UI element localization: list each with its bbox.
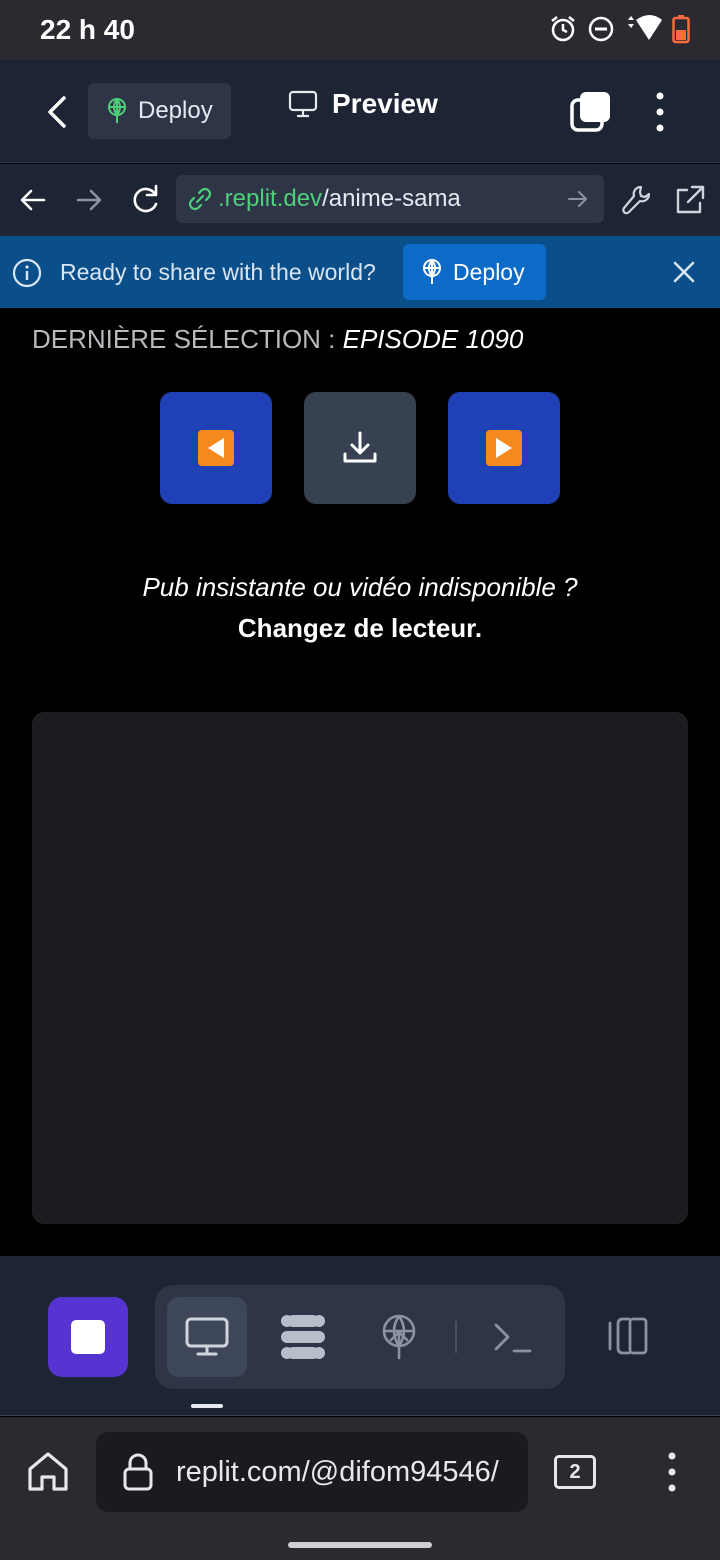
webview-forward-button[interactable] bbox=[74, 182, 104, 218]
open-new-tab-button[interactable] bbox=[672, 182, 706, 218]
toolbar-indicator bbox=[191, 1404, 223, 1408]
home-icon[interactable] bbox=[24, 1449, 72, 1495]
player-hint-question: Pub insistante ou vidéo indisponible ? bbox=[142, 572, 578, 602]
packages-icon bbox=[281, 1315, 325, 1359]
browser-bar: replit.com/@difom94546/ 2 bbox=[0, 1417, 720, 1560]
tool-webview[interactable] bbox=[167, 1297, 247, 1377]
player-hint-action: Changez de lecteur. bbox=[237, 613, 483, 643]
play-icon bbox=[486, 430, 522, 466]
deploy-icon bbox=[423, 259, 441, 284]
webview-icon bbox=[185, 1317, 229, 1356]
tool-packages[interactable] bbox=[263, 1297, 343, 1377]
back-button[interactable] bbox=[40, 90, 76, 134]
lock-icon bbox=[123, 1453, 153, 1491]
deploy-tab[interactable]: Deploy bbox=[88, 83, 231, 139]
webview-url-field[interactable]: .replit.dev/anime-sama bbox=[176, 175, 604, 223]
previous-episode-button[interactable] bbox=[160, 392, 272, 504]
battery-icon bbox=[672, 15, 690, 44]
tabs-icon bbox=[570, 92, 610, 132]
header-menu-button[interactable] bbox=[646, 90, 674, 134]
banner-message: Ready to share with the world? bbox=[60, 259, 376, 285]
last-selection: DERNIÈRE SÉLECTION : EPISODE 1090 bbox=[32, 324, 523, 355]
preview-label: Preview bbox=[332, 88, 438, 119]
stop-button[interactable] bbox=[48, 1297, 128, 1377]
status-clock: 22 h 40 bbox=[40, 14, 135, 45]
next-episode-button[interactable] bbox=[448, 392, 560, 504]
tool-shell[interactable] bbox=[473, 1297, 553, 1377]
dnd-icon bbox=[588, 16, 614, 42]
share-banner: Ready to share with the world? Deploy bbox=[0, 236, 720, 308]
gesture-bar bbox=[288, 1542, 432, 1548]
reverse-play-icon bbox=[198, 430, 234, 466]
url-domain: .replit.dev bbox=[218, 185, 323, 212]
status-icons bbox=[548, 14, 690, 44]
arrow-go-icon[interactable] bbox=[566, 187, 590, 211]
last-selection-label: DERNIÈRE SÉLECTION : bbox=[32, 324, 343, 354]
stop-icon bbox=[71, 1320, 105, 1354]
back-chevron-icon bbox=[48, 96, 66, 128]
link-icon bbox=[188, 187, 212, 211]
download-button[interactable] bbox=[304, 392, 416, 504]
browser-address-bar[interactable]: replit.com/@difom94546/ bbox=[96, 1432, 528, 1512]
wrench-icon bbox=[622, 185, 651, 215]
tabs-button[interactable] bbox=[568, 90, 612, 134]
more-vertical-icon bbox=[656, 92, 664, 132]
tool-deployments[interactable] bbox=[359, 1297, 439, 1377]
browser-url: replit.com/@difom94546/ bbox=[176, 1455, 499, 1488]
status-bar: 22 h 40 bbox=[0, 0, 720, 60]
preview-tab[interactable]: Preview bbox=[288, 88, 438, 120]
close-icon[interactable] bbox=[670, 258, 698, 286]
info-icon bbox=[12, 258, 42, 288]
tab-switcher-button[interactable]: 2 bbox=[554, 1455, 596, 1489]
devtools-button[interactable] bbox=[620, 182, 654, 218]
shell-icon bbox=[494, 1323, 532, 1353]
webview-url-row: .replit.dev/anime-sama bbox=[0, 164, 720, 236]
tool-divider bbox=[455, 1321, 457, 1353]
deploy-icon bbox=[108, 98, 126, 123]
monitor-icon bbox=[288, 90, 318, 118]
arrow-right-icon bbox=[76, 189, 102, 211]
replit-toolbar bbox=[0, 1256, 720, 1416]
layout-icon[interactable] bbox=[600, 1313, 656, 1359]
replit-header: Deploy Preview bbox=[0, 60, 720, 163]
download-icon bbox=[343, 431, 377, 463]
last-selection-episode: EPISODE 1090 bbox=[342, 324, 524, 354]
deployments-icon bbox=[382, 1314, 416, 1360]
banner-deploy-button[interactable]: Deploy bbox=[403, 244, 546, 300]
webview-back-button[interactable] bbox=[18, 182, 48, 218]
wifi-icon bbox=[628, 15, 662, 40]
external-link-icon bbox=[676, 185, 705, 214]
reload-icon bbox=[133, 184, 158, 213]
alarm-icon bbox=[551, 16, 575, 42]
banner-deploy-label: Deploy bbox=[453, 258, 525, 285]
video-player[interactable] bbox=[32, 712, 688, 1224]
deploy-tab-label: Deploy bbox=[138, 97, 213, 124]
reload-button[interactable] bbox=[128, 182, 162, 218]
tool-group bbox=[155, 1285, 565, 1389]
more-vertical-icon[interactable] bbox=[656, 1451, 688, 1493]
url-path: /anime-sama bbox=[322, 185, 461, 212]
arrow-left-icon bbox=[20, 189, 46, 211]
